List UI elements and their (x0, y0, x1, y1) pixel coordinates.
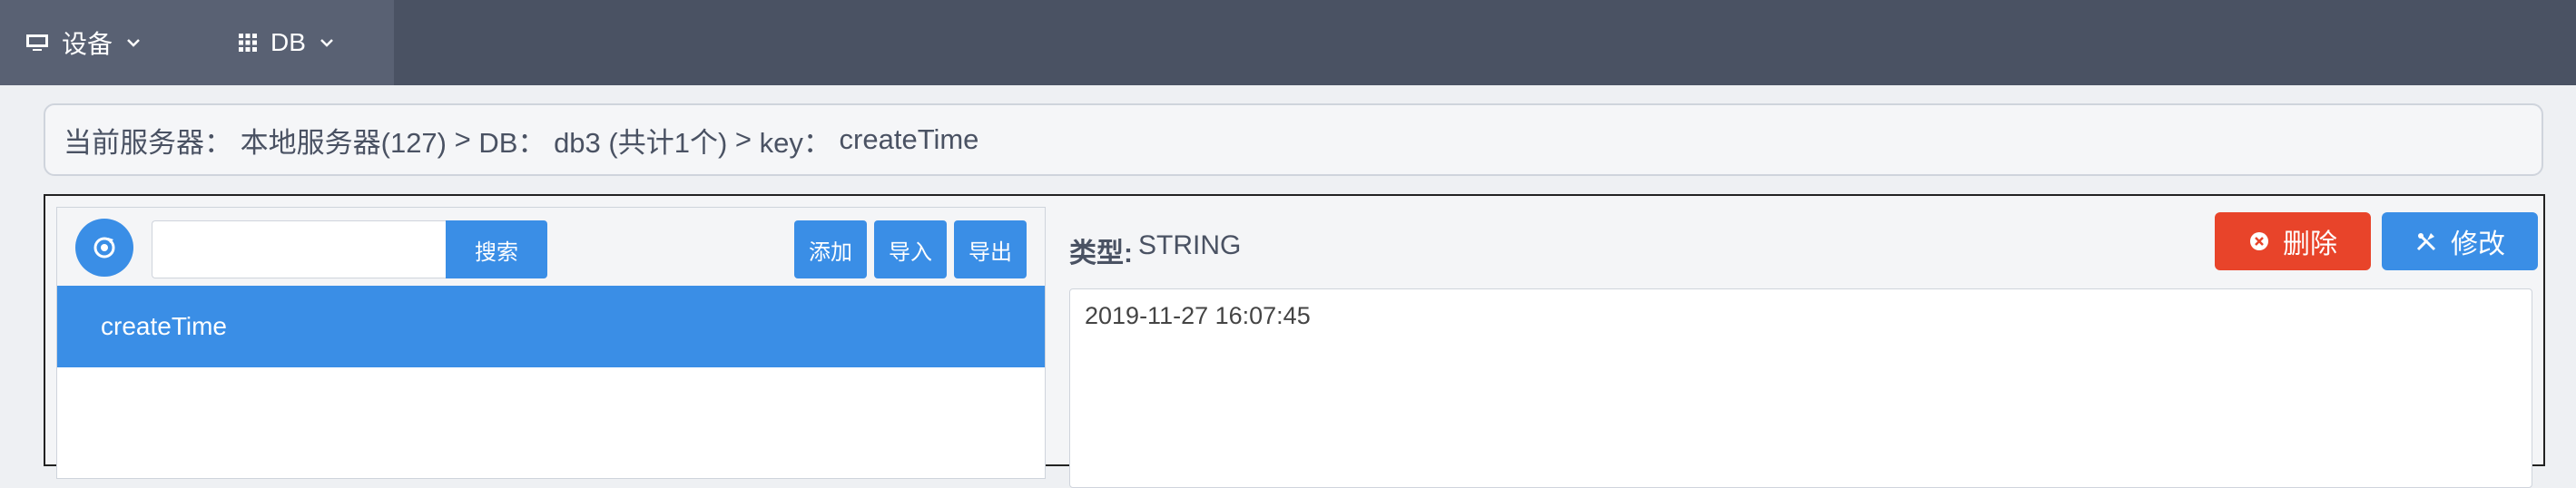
key-type: 类型: STRING (1069, 230, 1241, 270)
add-button[interactable]: 添加 (794, 220, 867, 278)
breadcrumb-key-value: createTime (839, 123, 979, 155)
delete-button-label: 删除 (2283, 229, 2337, 259)
key-detail-panel: 类型: STRING 删除 修改 2019-11-27 16:07:45 (1069, 196, 2538, 488)
type-label: 类型: (1069, 239, 1133, 268)
breadcrumb-server-label: 当前服务器： (64, 126, 232, 159)
breadcrumb-key-label: key： (759, 126, 831, 159)
grid-icon (239, 34, 257, 52)
top-navbar: 设备 DB (0, 0, 2576, 85)
export-button[interactable]: 导出 (954, 220, 1027, 278)
monitor-icon (26, 34, 48, 51)
key-list: createTime (57, 286, 1045, 367)
key-list-item-selected[interactable]: createTime (57, 286, 1045, 367)
breadcrumb: 当前服务器： 本地服务器(127) > DB： db3 (共计1个) > key… (44, 103, 2543, 176)
db-menu[interactable]: DB (238, 0, 335, 85)
refresh-button[interactable] (75, 219, 133, 277)
value-text: 2019-11-27 16:07:45 (1085, 302, 1311, 329)
breadcrumb-separator: > (454, 123, 471, 155)
search-button[interactable]: 搜索 (446, 220, 547, 278)
devices-menu-label: 设备 (62, 30, 113, 58)
key-list-panel: 搜索 添加 导入 导出 createTime (56, 207, 1046, 479)
key-toolbar: 搜索 添加 导入 导出 (57, 208, 1045, 286)
breadcrumb-server-value: 本地服务器(127) (240, 126, 447, 159)
close-circle-icon (2250, 232, 2268, 250)
breadcrumb-db-label: DB： (478, 126, 546, 159)
delete-button[interactable]: 删除 (2215, 212, 2371, 270)
type-value: STRING (1138, 230, 1242, 260)
edit-button[interactable]: 修改 (2382, 212, 2538, 270)
import-button[interactable]: 导入 (874, 220, 947, 278)
chevron-down-icon (320, 39, 333, 47)
breadcrumb-db-value: db3 (共计1个) (554, 126, 728, 159)
chevron-down-icon (127, 39, 140, 47)
value-editor[interactable]: 2019-11-27 16:07:45 (1069, 288, 2532, 488)
main-panel: 搜索 添加 导入 导出 createTime 类型: STRING 删除 修改 … (44, 194, 2545, 488)
breadcrumb-separator: > (734, 123, 752, 155)
edit-button-label: 修改 (2451, 229, 2505, 259)
search-input[interactable] (152, 220, 446, 278)
refresh-icon (93, 237, 115, 259)
db-menu-label: DB (270, 28, 306, 56)
tools-icon (2416, 233, 2436, 251)
